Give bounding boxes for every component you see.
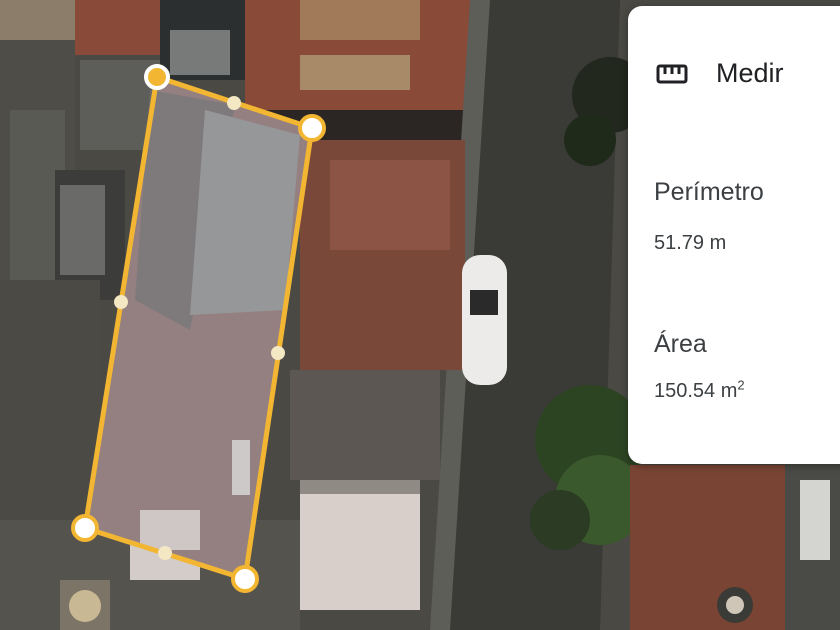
area-number: 150.54 m xyxy=(654,380,738,402)
midpoint-handle xyxy=(158,546,172,560)
measure-header: Medir xyxy=(656,58,784,89)
perimeter-label: Perímetro xyxy=(654,178,764,206)
midpoint-handle xyxy=(271,346,285,360)
measure-panel: Medir Perímetro 51.79 m Área 150.54 m2 xyxy=(628,6,840,464)
ruler-icon xyxy=(656,64,688,83)
area-value: 150.54 m2 xyxy=(654,377,745,403)
vertex-handle xyxy=(231,565,259,593)
midpoint-handle xyxy=(114,295,128,309)
midpoint-handle xyxy=(227,96,241,110)
vertex-handle-first xyxy=(144,64,170,90)
area-label: Área xyxy=(654,330,707,358)
perimeter-value: 51.79 m xyxy=(654,232,727,254)
vertex-handle xyxy=(71,514,99,542)
area-unit-exponent: 2 xyxy=(737,377,745,393)
measure-title: Medir xyxy=(716,58,784,88)
vertex-handle xyxy=(298,114,326,142)
